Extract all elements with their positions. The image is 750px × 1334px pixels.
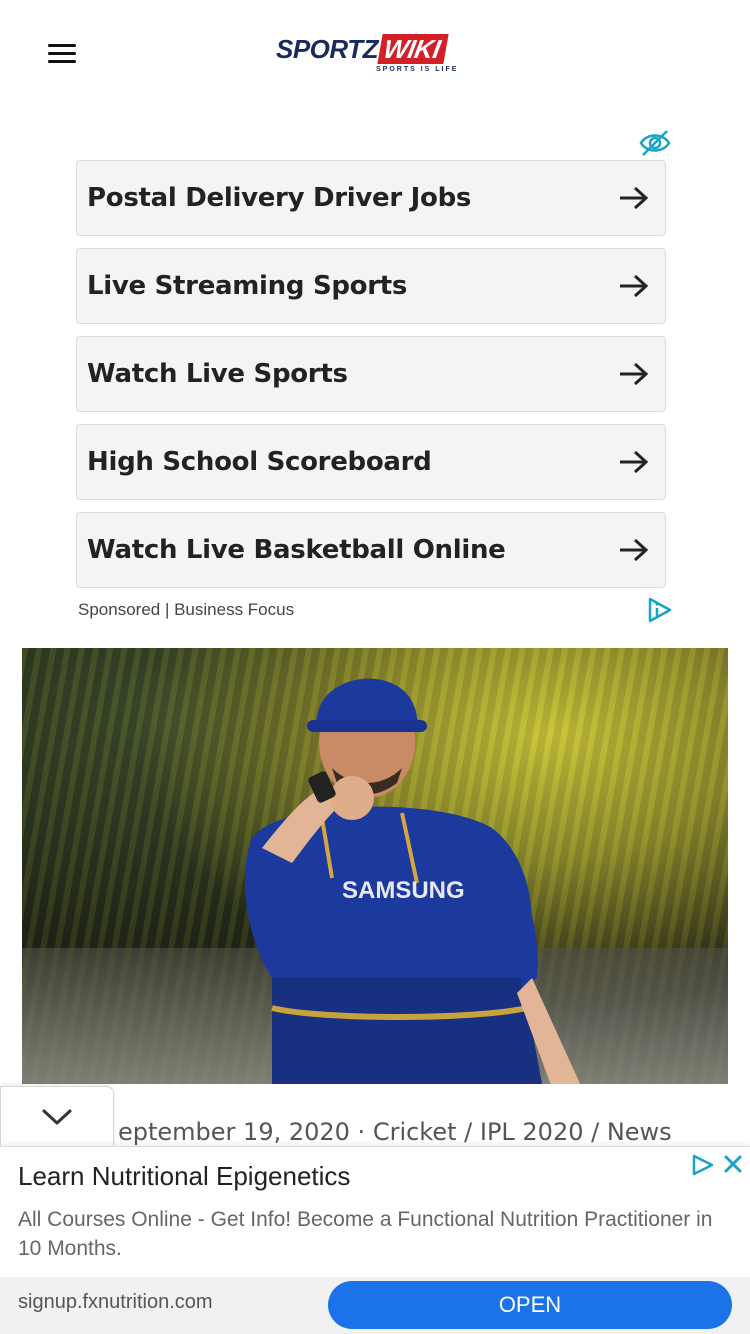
ad-link-label: Postal Delivery Driver Jobs (87, 183, 472, 213)
eye-slash-icon[interactable] (638, 128, 672, 158)
arrow-right-icon (620, 186, 649, 210)
logo-sportz-text: SPORTZ (276, 34, 378, 64)
ad-link-item[interactable]: Watch Live Basketball Online (76, 512, 666, 588)
banner-ad-title[interactable]: Learn Nutritional Epigenetics (18, 1161, 350, 1192)
arrow-right-icon (620, 450, 649, 474)
arrow-right-icon (620, 538, 649, 562)
adchoices-icon[interactable] (690, 1153, 716, 1177)
ad-link-item[interactable]: Postal Delivery Driver Jobs (76, 160, 666, 236)
bottom-banner-ad[interactable]: Learn Nutritional Epigenetics All Course… (0, 1146, 750, 1334)
sponsored-links-list: Postal Delivery Driver Jobs Live Streami… (76, 160, 666, 600)
open-button[interactable]: OPEN (328, 1281, 732, 1329)
svg-text:SAMSUNG: SAMSUNG (342, 877, 465, 904)
article-photo[interactable]: SAMSUNG (22, 648, 728, 1084)
ad-link-label: High School Scoreboard (87, 447, 432, 477)
ad-link-label: Live Streaming Sports (87, 271, 408, 301)
close-icon[interactable] (722, 1153, 744, 1175)
sponsored-label[interactable]: Sponsored | Business Focus (78, 600, 294, 620)
arrow-right-icon (620, 362, 649, 386)
ad-link-item[interactable]: Watch Live Sports (76, 336, 666, 412)
ad-link-item[interactable]: Live Streaming Sports (76, 248, 666, 324)
site-logo[interactable]: SPORTZ WIKI SPORTS IS LIFE (276, 30, 476, 80)
adchoices-icon[interactable] (646, 596, 674, 624)
hamburger-menu-icon[interactable] (48, 42, 78, 66)
logo-tagline: SPORTS IS LIFE (376, 66, 459, 73)
ad-link-label: Watch Live Sports (87, 359, 348, 389)
chevron-down-icon (42, 1109, 72, 1125)
collapse-ad-tab[interactable] (0, 1086, 114, 1148)
article-meta: eptember 19, 2020 · Cricket / IPL 2020 /… (118, 1118, 672, 1146)
logo-wiki-text: WIKI (377, 34, 449, 64)
banner-ad-description: All Courses Online - Get Info! Become a … (18, 1208, 713, 1260)
site-header: SPORTZ WIKI SPORTS IS LIFE (0, 0, 750, 110)
banner-ad-url[interactable]: signup.fxnutrition.com (18, 1291, 213, 1314)
ad-link-label: Watch Live Basketball Online (87, 535, 506, 565)
arrow-right-icon (620, 274, 649, 298)
ad-link-item[interactable]: High School Scoreboard (76, 424, 666, 500)
